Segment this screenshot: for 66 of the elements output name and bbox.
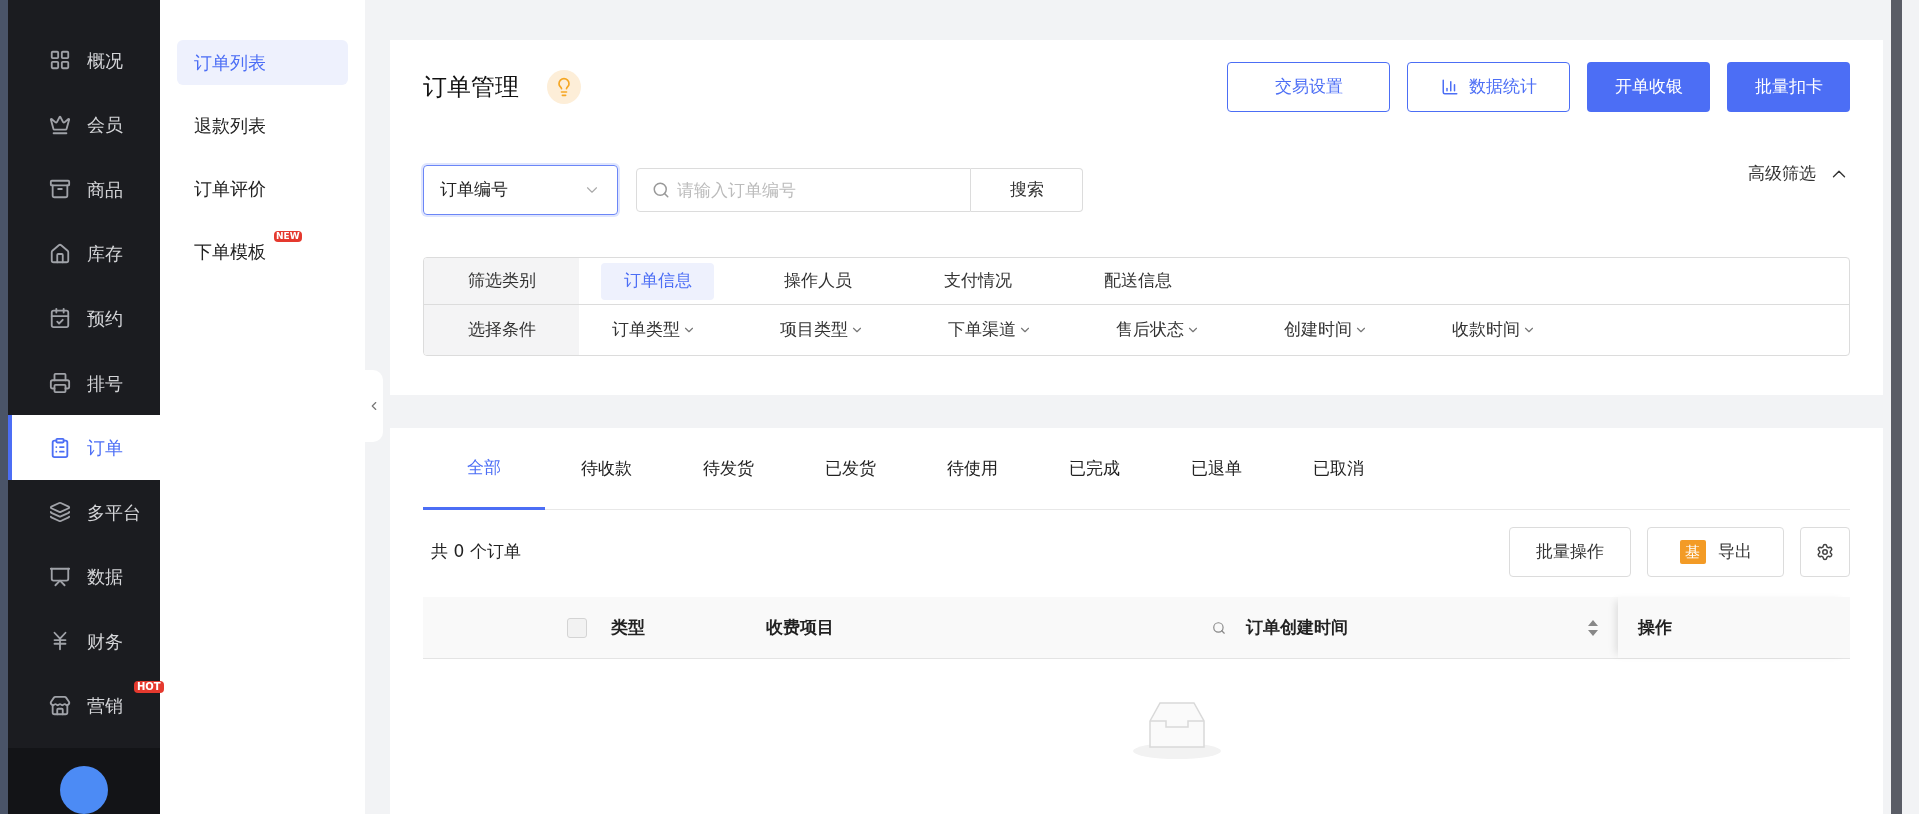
order-count: 共 0 个订单 — [430, 540, 521, 564]
primary-button[interactable]: 开单收银 — [1587, 62, 1710, 112]
column-header: 操作 — [1638, 615, 1672, 639]
crown-icon — [49, 113, 71, 136]
condition-dropdown[interactable]: 售后状态 — [1116, 317, 1234, 343]
condition-dropdown[interactable]: 下单渠道 — [948, 317, 1066, 343]
status-tab[interactable]: 已完成 — [1033, 428, 1155, 509]
condition-dropdown[interactable]: 项目类型 — [780, 317, 898, 343]
archive-icon — [49, 178, 71, 201]
filter-label: 筛选类别 — [424, 258, 579, 304]
category-tab[interactable]: 支付情况 — [921, 262, 1034, 300]
store-icon — [49, 694, 71, 717]
sidebar-item[interactable]: 订单 — [8, 415, 160, 480]
settings-button[interactable] — [1800, 527, 1850, 577]
submenu-item[interactable]: 下单模板 NEW — [177, 229, 348, 274]
field-select[interactable]: 订单编号 — [423, 165, 618, 215]
search-field[interactable]: 请输入订单编号 — [636, 168, 971, 212]
scrollbar[interactable] — [1891, 0, 1902, 814]
gear-icon — [1816, 543, 1834, 561]
status-tab[interactable]: 已取消 — [1277, 428, 1399, 509]
column-header: 类型 — [611, 615, 645, 639]
empty-inbox-icon — [1131, 699, 1222, 759]
bar-chart-icon — [1440, 78, 1459, 96]
status-tab[interactable]: 待使用 — [911, 428, 1033, 509]
hot-badge: HOT — [134, 681, 164, 694]
status-tab[interactable]: 待收款 — [545, 428, 667, 509]
layers-icon — [49, 501, 71, 524]
column-header: 收费项目 — [766, 615, 834, 639]
export-badge: 基 — [1679, 540, 1706, 564]
printer-icon — [49, 372, 71, 394]
stats-button[interactable]: 数据统计 — [1407, 62, 1570, 112]
lightbulb-icon[interactable] — [547, 70, 581, 104]
condition-dropdown[interactable]: 收款时间 — [1452, 317, 1570, 343]
condition-dropdown[interactable]: 订单类型 — [612, 317, 730, 343]
category-tab[interactable]: 操作人员 — [761, 262, 874, 300]
primary-button[interactable]: 批量扣卡 — [1727, 62, 1850, 112]
filter-label: 选择条件 — [424, 305, 579, 355]
submenu-item[interactable]: 订单列表 — [177, 40, 348, 85]
search-icon[interactable] — [1212, 620, 1226, 635]
presentation-icon — [49, 565, 71, 588]
condition-dropdown[interactable]: 创建时间 — [1284, 317, 1402, 343]
submenu-item[interactable]: 退款列表 — [177, 103, 348, 148]
batch-button[interactable]: 批量操作 — [1509, 527, 1631, 577]
collapse-handle[interactable] — [365, 370, 383, 442]
new-badge: NEW — [274, 231, 302, 242]
page-title: 订单管理 — [423, 72, 519, 103]
category-tab[interactable]: 订单信息 — [601, 262, 714, 300]
status-tab[interactable]: 已退单 — [1155, 428, 1277, 509]
status-tab[interactable]: 全部 — [423, 428, 545, 510]
advanced-filter-toggle[interactable]: 高级筛选 — [1748, 161, 1850, 187]
status-tab[interactable]: 已发货 — [789, 428, 911, 509]
sort-icon[interactable] — [1588, 618, 1598, 637]
grid-icon — [49, 49, 71, 72]
submenu-item[interactable]: 订单评价 — [177, 166, 348, 211]
export-button[interactable]: 基 导出 — [1647, 527, 1784, 577]
avatar[interactable] — [60, 766, 108, 814]
column-header: 订单创建时间 — [1246, 615, 1348, 639]
search-button[interactable]: 搜索 — [971, 168, 1083, 212]
status-tab[interactable]: 待发货 — [667, 428, 789, 509]
house-icon — [49, 242, 71, 265]
select-all-checkbox[interactable] — [567, 617, 587, 638]
clipboard-icon — [49, 436, 71, 459]
search-icon — [652, 181, 670, 199]
calendar-check-icon — [49, 307, 71, 330]
category-tab[interactable]: 配送信息 — [1081, 262, 1194, 300]
settings-button[interactable]: 交易设置 — [1227, 62, 1390, 112]
